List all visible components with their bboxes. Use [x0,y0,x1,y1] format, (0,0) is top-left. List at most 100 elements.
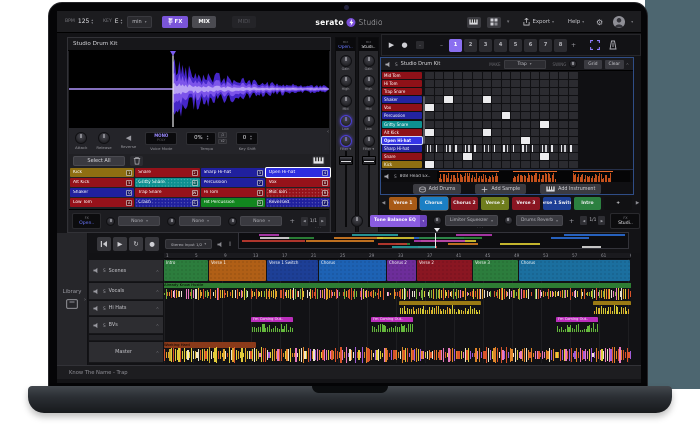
section-chip-verse-1[interactable]: Verse 1 [389,197,417,210]
grid-button[interactable]: Grid [584,60,601,69]
pad-vox[interactable]: Vox8 [266,178,330,187]
step-cell[interactable] [435,129,444,136]
select-all-button[interactable]: Select All [73,156,125,166]
section-chip-chorus[interactable]: Chorus [420,197,448,210]
release-control[interactable]: Release [96,132,111,150]
step-cell[interactable] [511,112,520,119]
track-header-vocals[interactable]: S Vocals › [89,283,163,300]
step-cell[interactable] [454,88,463,95]
timeline-ruler[interactable]: 1591317212529333741454953576165 [164,253,631,259]
step-cell[interactable] [569,129,578,136]
deck-fx-pager[interactable]: ◀1/1▶ [301,217,326,226]
help-menu[interactable]: Help▾ [568,19,584,25]
step-cell[interactable] [463,129,472,136]
step-cell[interactable] [550,161,559,168]
tempo-control[interactable]: 0%▴▾ /2 x2 Tempo [186,132,227,151]
go-to-start-button[interactable] [97,237,111,251]
step-cell[interactable] [435,88,444,95]
step-cell[interactable] [473,112,482,119]
step-cell[interactable] [511,88,520,95]
step-cell[interactable] [483,96,492,103]
scene-clip-chorus[interactable]: Chorus [519,260,630,281]
step-cell[interactable] [569,112,578,119]
step-cell[interactable] [531,104,540,111]
step-cell[interactable] [492,112,501,119]
strip-name[interactable]: MIXStudi.. [359,38,378,51]
fx-slot1-select[interactable]: Limiter Squeezer▾ [445,215,498,226]
step-cell[interactable] [559,137,568,144]
section-chip-intro[interactable]: Intro [574,197,602,210]
seq-track-open-hi-hat[interactable]: Open Hi-hat [382,137,422,144]
bpm-value[interactable]: 125 [78,18,89,25]
speaker-icon[interactable] [384,173,391,180]
step-cell[interactable] [444,129,453,136]
vocal-clip-header[interactable]: Already Know Hustle [164,283,631,288]
step-cell[interactable] [454,72,463,79]
solo-badge[interactable]: S [103,306,106,311]
step-cell[interactable] [502,161,511,168]
panel-collapse-dash[interactable]: ▾ [507,19,510,25]
step-cell[interactable] [569,80,578,87]
play-button[interactable]: ▶ [385,39,398,52]
key-shift-display[interactable]: 0▴▾ [236,132,258,145]
step-cell[interactable] [483,72,492,79]
library-expand-arrow[interactable]: › [84,297,86,303]
seq-track-gritty-snare[interactable]: Gritty Snare [382,121,422,128]
bar-button-4[interactable]: 4 [494,39,507,52]
solo-badge[interactable]: S [103,323,106,328]
step-cell[interactable] [492,88,501,95]
step-cell[interactable] [531,137,540,144]
solo-badge[interactable]: S [394,174,397,179]
attack-knob[interactable] [75,132,87,144]
step-cell[interactable] [454,145,463,152]
step-cell[interactable] [502,121,511,128]
bar-button-5[interactable]: 5 [509,39,522,52]
step-cell[interactable] [425,129,434,136]
step-cell[interactable] [540,137,549,144]
step-cell[interactable] [569,88,578,95]
bv-clip[interactable]: I'm Coming Out.. [251,317,293,333]
monitor-speaker-icon[interactable] [217,241,224,248]
step-cell[interactable] [425,145,434,152]
pad-alt-kick[interactable]: Alt Kick5 [70,178,134,187]
step-cell[interactable] [521,72,530,79]
step-cell[interactable] [540,80,549,87]
step-cell[interactable] [559,88,568,95]
step-cell[interactable] [425,104,434,111]
step-cell[interactable] [531,72,540,79]
fx-slot1-knob[interactable] [433,216,442,225]
step-cell[interactable] [559,112,568,119]
step-cell[interactable] [473,145,482,152]
step-cell[interactable] [521,129,530,136]
collapse-track-chevron[interactable]: › [155,307,161,309]
seq-track-shaker[interactable]: Shaker [382,96,422,103]
step-cell[interactable] [463,153,472,160]
step-cell[interactable] [559,80,568,87]
step-cell[interactable] [559,72,568,79]
step-cell[interactable] [473,96,482,103]
loop-button[interactable]: ↻ [129,237,143,251]
step-cell[interactable] [511,96,520,103]
seq-track-snare[interactable]: Snare [382,153,422,160]
step-cell[interactable] [435,104,444,111]
step-cell[interactable] [531,129,540,136]
step-cell[interactable] [540,72,549,79]
sections-scroll-left[interactable]: ◀ [380,197,387,210]
step-cell[interactable] [483,112,492,119]
step-cell[interactable] [444,96,453,103]
step-cell[interactable] [473,72,482,79]
step-cell[interactable] [502,80,511,87]
show-keyboard-button[interactable] [467,17,481,28]
add-sample-button[interactable]: Add Sample [475,184,526,194]
strip-mid-control[interactable]: Mid [359,95,378,112]
step-cell[interactable] [463,72,472,79]
step-cell[interactable] [540,112,549,119]
step-cell[interactable] [559,145,568,152]
step-cell[interactable] [483,161,492,168]
step-cell[interactable] [531,112,540,119]
strip-mid-control[interactable]: Mid [336,95,355,112]
step-cell[interactable] [473,137,482,144]
fx-mode-button[interactable]: FX [162,16,189,28]
section-chip-chorus-2[interactable]: Chorus 2 [451,197,479,210]
step-cell[interactable] [531,153,540,160]
